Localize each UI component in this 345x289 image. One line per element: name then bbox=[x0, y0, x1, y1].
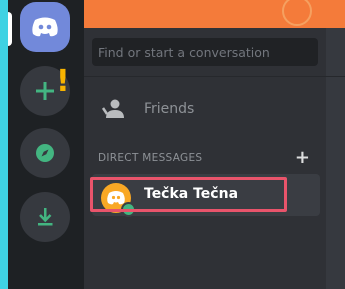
friends-icon bbox=[101, 99, 124, 118]
search-input[interactable]: Find or start a conversation bbox=[92, 38, 318, 66]
main-panel bbox=[326, 0, 345, 289]
direct-messages-title: DIRECT MESSAGES bbox=[98, 152, 203, 164]
highlight-box bbox=[90, 177, 287, 212]
app-window: ! Find or start a conversation Friends D… bbox=[8, 0, 345, 289]
home-button[interactable] bbox=[20, 2, 70, 52]
create-dm-button[interactable]: + bbox=[295, 149, 310, 167]
direct-messages-header: DIRECT MESSAGES + bbox=[98, 149, 310, 167]
top-banner bbox=[84, 0, 326, 28]
channel-sidebar: Find or start a conversation Friends DIR… bbox=[84, 0, 326, 289]
plus-icon bbox=[36, 82, 54, 100]
banner-decoration bbox=[282, 0, 312, 26]
download-icon bbox=[38, 208, 53, 226]
search-container: Find or start a conversation bbox=[84, 28, 326, 77]
selected-indicator bbox=[8, 12, 12, 46]
compass-icon bbox=[36, 144, 54, 162]
friends-nav-item[interactable]: Friends bbox=[92, 90, 318, 128]
friends-label: Friends bbox=[144, 101, 195, 117]
server-rail: ! bbox=[8, 0, 84, 289]
header-divider bbox=[326, 76, 345, 77]
explore-servers-button[interactable] bbox=[20, 128, 70, 178]
alert-icon: ! bbox=[56, 64, 70, 99]
download-apps-button[interactable] bbox=[20, 192, 70, 242]
discord-logo-icon bbox=[32, 17, 58, 37]
main-banner bbox=[326, 0, 345, 28]
